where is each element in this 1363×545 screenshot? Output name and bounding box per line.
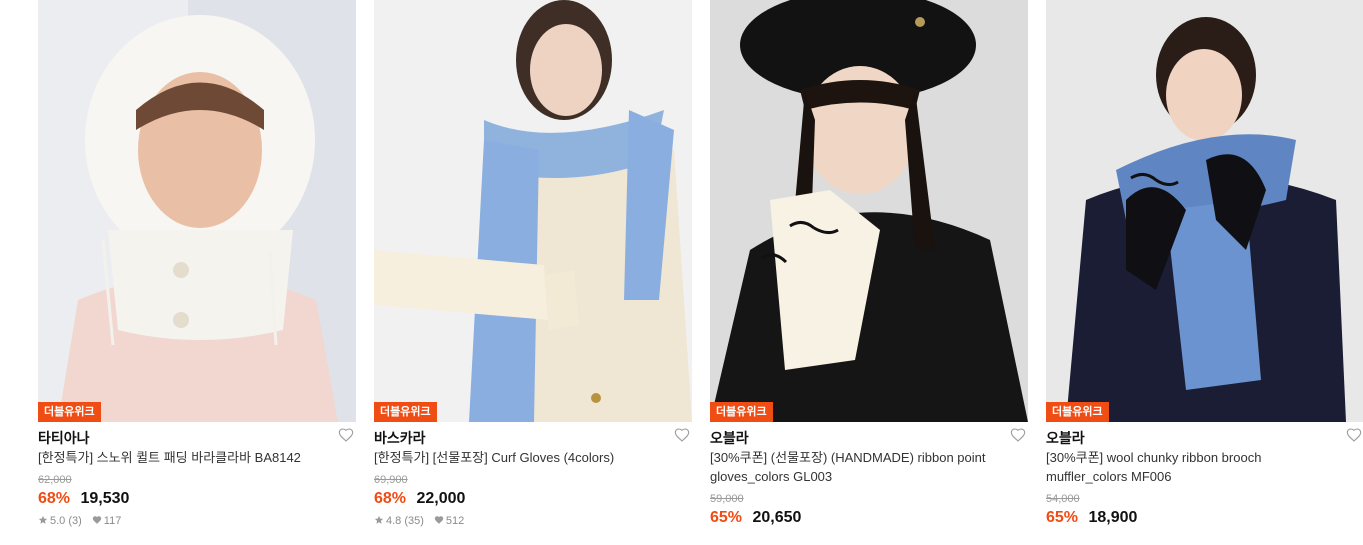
discount-rate: 68% xyxy=(38,490,71,507)
brand-name[interactable]: 바스카라 xyxy=(374,428,426,448)
heart-filled-icon xyxy=(92,516,101,524)
star-icon xyxy=(38,515,48,524)
sale-price: 18,900 xyxy=(1088,509,1138,526)
product-card[interactable]: 더블유위크 바스카라 [한정특가] [선물포장] Curf Gloves (4c… xyxy=(374,0,692,545)
promo-badge: 더블유위크 xyxy=(710,402,773,422)
brand-name[interactable]: 타티아나 xyxy=(38,428,90,448)
product-image[interactable]: 더블유위크 xyxy=(1046,0,1363,422)
sale-price: 22,000 xyxy=(416,490,466,507)
product-title[interactable]: [30%쿠폰] wool chunky ribbon brooch muffle… xyxy=(1046,448,1363,486)
original-price: 54,000 xyxy=(1046,493,1080,505)
heart-outline-icon[interactable] xyxy=(674,427,690,443)
rating-text: 5.0 (3) xyxy=(50,515,82,527)
product-image[interactable]: 더블유위크 xyxy=(374,0,692,422)
heart-outline-icon[interactable] xyxy=(338,427,354,443)
product-image[interactable]: 더블유위크 xyxy=(710,0,1028,422)
sale-price: 19,530 xyxy=(80,490,130,507)
original-price: 69,900 xyxy=(374,474,408,486)
product-title[interactable]: [한정특가] 스노위 퀼트 패딩 바라클라바 BA8142 xyxy=(38,448,356,467)
product-title[interactable]: [30%쿠폰] (선물포장) (HANDMADE) ribbon point g… xyxy=(710,448,1028,486)
discount-rate: 68% xyxy=(374,490,407,507)
heart-outline-icon[interactable] xyxy=(1346,427,1362,443)
sale-price: 20,650 xyxy=(752,509,802,526)
likes-count: 117 xyxy=(103,515,122,527)
promo-badge: 더블유위크 xyxy=(1046,402,1109,422)
product-photo xyxy=(710,0,1028,422)
original-price: 62,000 xyxy=(38,474,72,486)
original-price: 59,000 xyxy=(710,493,744,505)
discount-rate: 65% xyxy=(710,509,743,526)
brand-name[interactable]: 오블라 xyxy=(1046,428,1085,448)
review-meta: 4.8 (35) 512 xyxy=(374,515,692,527)
product-card[interactable]: 더블유위크 오블라 [30%쿠폰] (선물포장) (HANDMADE) ribb… xyxy=(710,0,1028,545)
likes-count: 512 xyxy=(445,515,465,527)
review-meta: 5.0 (3) 117 xyxy=(38,515,356,527)
rating-text: 4.8 (35) xyxy=(386,515,424,527)
promo-badge: 더블유위크 xyxy=(38,402,101,422)
product-card[interactable]: 더블유위크 타티아나 [한정특가] 스노위 퀼트 패딩 바라클라바 BA8142… xyxy=(38,0,356,545)
product-card[interactable]: 더블유위크 오블라 [30%쿠폰] wool chunky ribbon bro… xyxy=(1046,0,1363,545)
product-photo xyxy=(38,0,356,422)
product-image[interactable]: 더블유위크 xyxy=(38,0,356,422)
product-photo xyxy=(1046,0,1363,422)
heart-outline-icon[interactable] xyxy=(1010,427,1026,443)
star-icon xyxy=(374,515,384,524)
product-title[interactable]: [한정특가] [선물포장] Curf Gloves (4colors) xyxy=(374,448,692,467)
discount-rate: 65% xyxy=(1046,509,1079,526)
promo-badge: 더블유위크 xyxy=(374,402,437,422)
heart-filled-icon xyxy=(434,516,444,524)
brand-name[interactable]: 오블라 xyxy=(710,428,749,448)
product-photo xyxy=(374,0,692,422)
